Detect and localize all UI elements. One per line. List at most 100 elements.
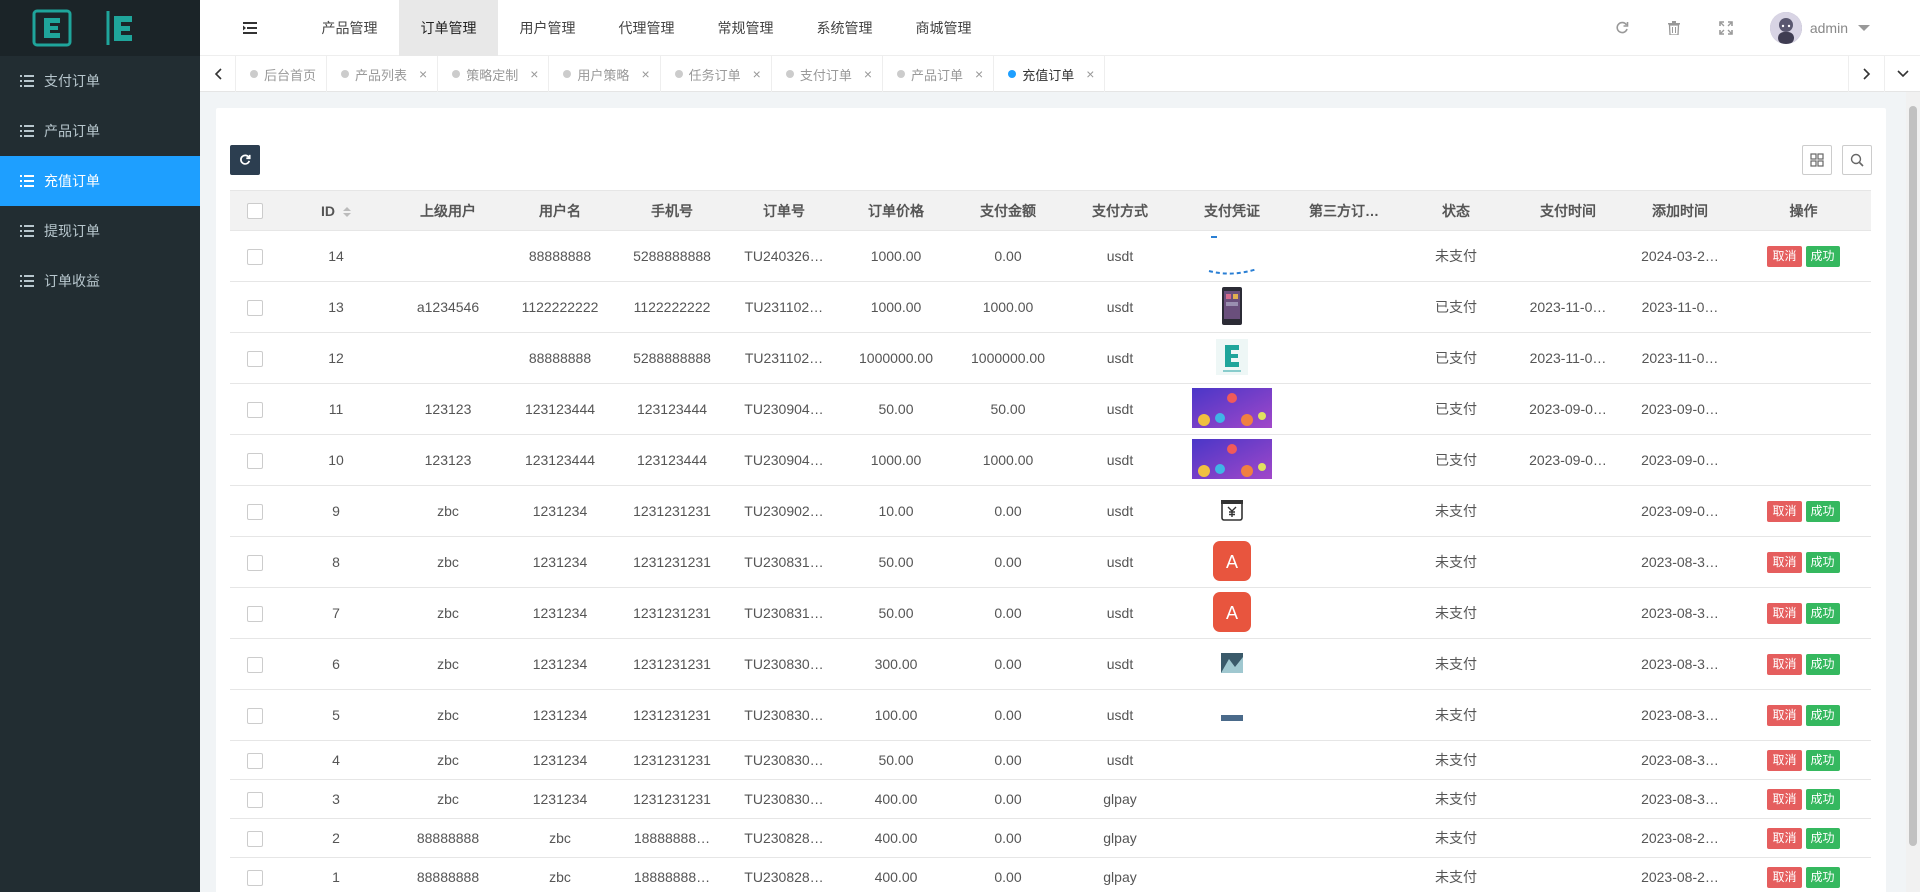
tabs-scroll-right-button[interactable] <box>1848 56 1884 92</box>
cancel-button[interactable]: 取消 <box>1767 827 1802 849</box>
proof-image[interactable] <box>1192 438 1272 482</box>
cancel-button[interactable]: 取消 <box>1767 602 1802 624</box>
table-refresh-button[interactable] <box>230 145 260 175</box>
row-checkbox[interactable] <box>247 752 263 769</box>
row-checkbox[interactable] <box>247 248 263 265</box>
cell-third <box>1288 230 1400 282</box>
row-checkbox[interactable] <box>247 869 263 886</box>
search-toggle-button[interactable] <box>1842 145 1872 175</box>
fullscreen-button[interactable] <box>1700 0 1752 56</box>
proof-image[interactable] <box>1221 708 1243 724</box>
proof-image[interactable] <box>1221 286 1243 329</box>
cell-order: TU230902… <box>728 485 840 537</box>
success-button[interactable]: 成功 <box>1805 551 1840 573</box>
row-checkbox[interactable] <box>247 605 263 622</box>
row-checkbox[interactable] <box>247 707 263 724</box>
tabs-scroll-left-button[interactable] <box>200 56 236 92</box>
row-checkbox[interactable] <box>247 299 263 316</box>
cancel-button[interactable]: 取消 <box>1767 866 1802 888</box>
cancel-button[interactable]: 取消 <box>1767 500 1802 522</box>
proof-image[interactable] <box>1220 498 1244 525</box>
sidebar-item-1[interactable]: 产品订单 <box>0 106 200 156</box>
proof-image[interactable] <box>1216 338 1248 378</box>
tab-1[interactable]: 产品列表 × <box>327 56 439 92</box>
row-checkbox[interactable] <box>247 401 263 418</box>
sort-icon[interactable] <box>343 206 351 217</box>
logo[interactable] <box>0 0 200 56</box>
proof-image[interactable] <box>1192 387 1272 431</box>
row-checkbox[interactable] <box>247 791 263 808</box>
tab-6[interactable]: 产品订单 × <box>883 56 995 92</box>
success-button[interactable]: 成功 <box>1805 602 1840 624</box>
top-nav-item-3[interactable]: 代理管理 <box>597 0 696 56</box>
tab-2[interactable]: 策略定制 × <box>438 56 550 92</box>
proof-image[interactable]: A <box>1213 540 1251 584</box>
top-nav-item-5[interactable]: 系统管理 <box>795 0 894 56</box>
sidebar-toggle-button[interactable] <box>200 0 300 56</box>
success-button[interactable]: 成功 <box>1805 245 1840 267</box>
tab-close-icon[interactable]: × <box>753 66 761 82</box>
tab-3[interactable]: 用户策略 × <box>549 56 661 92</box>
tab-close-icon[interactable]: × <box>641 66 649 82</box>
sidebar-item-2[interactable]: 充值订单 <box>0 156 200 206</box>
refresh-button[interactable] <box>1596 0 1648 56</box>
proof-image[interactable]: A <box>1213 591 1251 635</box>
success-button[interactable]: 成功 <box>1805 788 1840 810</box>
top-nav-item-0[interactable]: 产品管理 <box>300 0 399 56</box>
success-button[interactable]: 成功 <box>1805 500 1840 522</box>
top-nav-item-4[interactable]: 常规管理 <box>696 0 795 56</box>
row-checkbox[interactable] <box>247 452 263 469</box>
sidebar-item-0[interactable]: 支付订单 <box>0 56 200 106</box>
row-checkbox[interactable] <box>247 554 263 571</box>
tab-close-icon[interactable]: × <box>975 66 983 82</box>
cancel-button[interactable]: 取消 <box>1767 788 1802 810</box>
tab-4[interactable]: 任务订单 × <box>661 56 772 92</box>
tab-close-icon[interactable]: × <box>864 66 872 82</box>
top-nav-item-2[interactable]: 用户管理 <box>498 0 597 56</box>
cancel-button[interactable]: 取消 <box>1767 551 1802 573</box>
cell-actions: 取消 成功 <box>1736 587 1871 639</box>
tabs-dropdown-button[interactable] <box>1884 56 1920 92</box>
top-nav-item-6[interactable]: 商城管理 <box>894 0 993 56</box>
success-button[interactable]: 成功 <box>1805 827 1840 849</box>
page-scrollbar[interactable] <box>1906 92 1920 892</box>
proof-image[interactable] <box>1201 235 1263 278</box>
cell-phone: 18888888… <box>616 818 728 858</box>
tab-close-icon[interactable]: × <box>419 66 427 82</box>
svg-text:A: A <box>1226 603 1238 623</box>
column-header-label: 手机号 <box>651 202 693 219</box>
success-button[interactable]: 成功 <box>1805 749 1840 771</box>
row-checkbox[interactable] <box>247 503 263 520</box>
cancel-button[interactable]: 取消 <box>1767 749 1802 771</box>
tab-5[interactable]: 支付订单 × <box>772 56 884 92</box>
scrollbar-thumb[interactable] <box>1909 106 1917 846</box>
row-checkbox[interactable] <box>247 350 263 367</box>
cell-third <box>1288 638 1400 690</box>
row-checkbox[interactable] <box>247 656 263 673</box>
success-button[interactable]: 成功 <box>1805 653 1840 675</box>
cancel-button[interactable]: 取消 <box>1767 245 1802 267</box>
tab-close-icon[interactable]: × <box>530 66 538 82</box>
top-nav-item-1[interactable]: 订单管理 <box>399 0 498 56</box>
column-header-label: 支付金额 <box>980 202 1036 219</box>
success-button[interactable]: 成功 <box>1805 866 1840 888</box>
row-checkbox[interactable] <box>247 830 263 847</box>
tab-close-icon[interactable]: × <box>1086 66 1094 82</box>
success-button[interactable]: 成功 <box>1805 704 1840 726</box>
proof-image[interactable] <box>1221 652 1243 676</box>
column-header-0[interactable]: ID <box>280 190 392 231</box>
sidebar-item-3[interactable]: 提现订单 <box>0 206 200 256</box>
cancel-button[interactable]: 取消 <box>1767 704 1802 726</box>
cancel-button[interactable]: 取消 <box>1767 653 1802 675</box>
tab-7[interactable]: 充值订单 × <box>994 56 1106 92</box>
tab-0[interactable]: 后台首页 <box>236 56 328 92</box>
select-all-checkbox[interactable] <box>247 203 263 220</box>
tab-dot-icon <box>785 70 794 78</box>
user-menu[interactable]: admin <box>1752 12 1920 44</box>
sidebar-item-4[interactable]: 订单收益 <box>0 256 200 306</box>
cell-order: TU230830… <box>728 740 840 780</box>
columns-toggle-button[interactable] <box>1802 145 1832 175</box>
cell-status: 未支付 <box>1400 779 1512 819</box>
tab-dot-icon <box>452 70 461 78</box>
clear-cache-button[interactable] <box>1648 0 1700 56</box>
